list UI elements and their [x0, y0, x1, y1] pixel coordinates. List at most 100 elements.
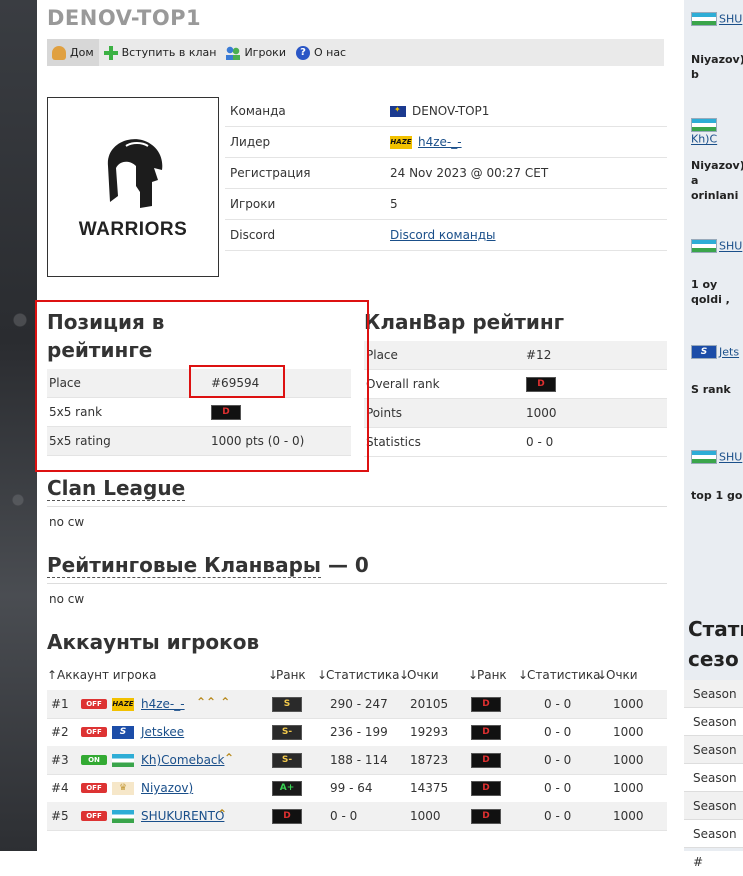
uz-flag-icon: [691, 239, 717, 253]
sidebar-message: Niyazov) b: [691, 53, 743, 81]
sidebar-item: SHU: [691, 12, 742, 26]
info-row-leader: Лидер HAZE h4ze-_-: [225, 127, 667, 158]
stats-value: 290 - 247: [330, 697, 388, 711]
clanwar-stats-value: 0 - 0: [526, 435, 554, 449]
season-row[interactable]: Season #: [684, 820, 743, 869]
stats-value: 99 - 64: [330, 781, 373, 795]
clanwar-row-stats: Statistics 0 - 0: [364, 428, 667, 457]
stats-value: 0 - 0: [544, 753, 572, 767]
uz-flag-icon: [112, 810, 134, 823]
rated-clanwars-link[interactable]: Рейтинговые Кланвары: [47, 553, 321, 578]
online-status-badge: OFF: [81, 811, 107, 821]
rank-badge: S-: [272, 725, 302, 740]
info-row-team: Команда DENOV-TOP1: [225, 96, 667, 127]
season-row[interactable]: Season #: [684, 708, 743, 757]
online-status-badge: ON: [81, 755, 107, 765]
col-points1[interactable]: Очки: [407, 668, 439, 682]
nav-home-label: Дом: [70, 46, 94, 59]
spartan-helmet-icon: [107, 139, 163, 208]
clan-logo: WARRIORS: [47, 97, 219, 277]
rank-chevron-icon: ⌃: [224, 751, 235, 765]
clanwar-points-label: Points: [366, 406, 403, 420]
sidebar-stats-title-1: Стати: [688, 617, 743, 641]
main-content: DENOV-TOP1 Дом Вступить в клан Игроки ? …: [35, 0, 668, 851]
account-row: #5 OFF SHUKURENTO ⌃ D 0 - 0 1000 D 0 - 0…: [47, 802, 667, 831]
users-icon: [226, 45, 241, 60]
points-value: 14375: [410, 781, 449, 795]
rank-badge: S: [272, 697, 302, 712]
rated-clanwars-title: Рейтинговые Кланвары — 0: [47, 551, 369, 579]
nav-players-label: Игроки: [244, 46, 286, 59]
haze-flag-icon: HAZE: [112, 698, 134, 711]
online-status-badge: OFF: [81, 727, 107, 737]
sidebar-player-link[interactable]: SHU: [719, 240, 742, 253]
rank-chevron-icon: ⌃: [217, 807, 228, 821]
account-num: #3: [51, 753, 69, 767]
season-row[interactable]: Season #: [684, 792, 743, 841]
info-reg-label: Регистрация: [230, 166, 311, 180]
nav-about-label: О нас: [313, 46, 347, 59]
info-team-value: DENOV-TOP1: [412, 104, 490, 118]
rated-clanwars-count: — 0: [320, 553, 369, 577]
col-account[interactable]: Аккаунт игрока: [57, 668, 156, 682]
stats-value: 236 - 199: [330, 725, 388, 739]
nav-join-label: Вступить в клан: [121, 46, 217, 59]
info-row-players: Игроки 5: [225, 189, 667, 220]
clan-logo-text: WARRIORS: [78, 219, 188, 240]
nav-players[interactable]: Игроки: [221, 39, 291, 66]
rated-clanwars-empty: no cw: [49, 592, 85, 606]
col-points2[interactable]: Очки: [606, 668, 638, 682]
clanwar-place-label: Place: [366, 348, 398, 362]
account-row: #2 OFF S Jetskee S- 236 - 199 19293 D 0 …: [47, 718, 667, 747]
info-icon: ?: [295, 45, 310, 60]
player-link[interactable]: SHUKURENTO: [141, 809, 224, 823]
nav-join[interactable]: Вступить в клан: [99, 39, 222, 66]
account-num: #2: [51, 725, 69, 739]
accounts-header: ↑ Аккаунт игрока ↓ Ранк ↓ Статистика ↓ О…: [47, 666, 667, 686]
account-num: #1: [51, 697, 69, 711]
nav-about[interactable]: ? О нас: [291, 39, 351, 66]
page-title: DENOV-TOP1: [47, 6, 202, 30]
sidebar-player-link[interactable]: SHU: [719, 451, 742, 464]
right-sidebar: SHU Niyazov) b Kh)C Niyazov) a orinlani …: [684, 0, 743, 869]
player-link[interactable]: h4ze-_-: [141, 697, 185, 711]
clanwar-table: Place #12 Overall rank D Points 1000 Sta…: [364, 341, 667, 457]
stats-value: 0 - 0: [544, 781, 572, 795]
sidebar-stats-title-2: сезо: [688, 647, 739, 671]
rank-badge: D: [471, 697, 501, 712]
sidebar-player-link[interactable]: Kh)C: [691, 133, 717, 146]
points-value: 1000: [613, 753, 644, 767]
sidebar-player-link[interactable]: Jets: [719, 346, 739, 359]
col-rank1[interactable]: Ранк: [276, 668, 306, 682]
clanwar-points-value: 1000: [526, 406, 557, 420]
plus-icon: [103, 45, 118, 60]
col-stats1[interactable]: Статистика: [326, 668, 400, 682]
rank-chevron-icon: ⌃⌃ ⌃: [196, 695, 231, 709]
info-row-discord: Discord Discord команды: [225, 220, 667, 251]
sort-up-icon[interactable]: ↑: [47, 668, 57, 682]
leader-link[interactable]: h4ze-_-: [418, 135, 462, 149]
nav-home[interactable]: Дом: [47, 39, 99, 66]
col-stats2[interactable]: Статистика: [527, 668, 601, 682]
rank-badge: A+: [272, 781, 302, 796]
sidebar-player-link[interactable]: SHU: [719, 13, 742, 26]
sidebar-message: S rank: [691, 383, 731, 396]
season-row[interactable]: Season #: [684, 764, 743, 813]
stats-value: 0 - 0: [544, 697, 572, 711]
info-discord-label: Discord: [230, 228, 276, 242]
player-link[interactable]: Niyazov): [141, 781, 193, 795]
clan-league-title: Clan League: [47, 474, 186, 502]
stats-value: 0 - 0: [330, 809, 358, 823]
season-row[interactable]: Season #: [684, 736, 743, 785]
player-link[interactable]: Jetskee: [141, 725, 184, 739]
rank-badge: D: [471, 781, 501, 796]
stats-value: 188 - 114: [330, 753, 388, 767]
player-link[interactable]: Kh)Comeback: [141, 753, 224, 767]
points-value: 1000: [613, 697, 644, 711]
season-row[interactable]: Season #: [684, 680, 743, 729]
home-icon: [52, 45, 66, 60]
clanwar-row-place: Place #12: [364, 341, 667, 370]
col-rank2[interactable]: Ранк: [477, 668, 507, 682]
clanwar-row-points: Points 1000: [364, 399, 667, 428]
discord-link[interactable]: Discord команды: [390, 228, 496, 242]
